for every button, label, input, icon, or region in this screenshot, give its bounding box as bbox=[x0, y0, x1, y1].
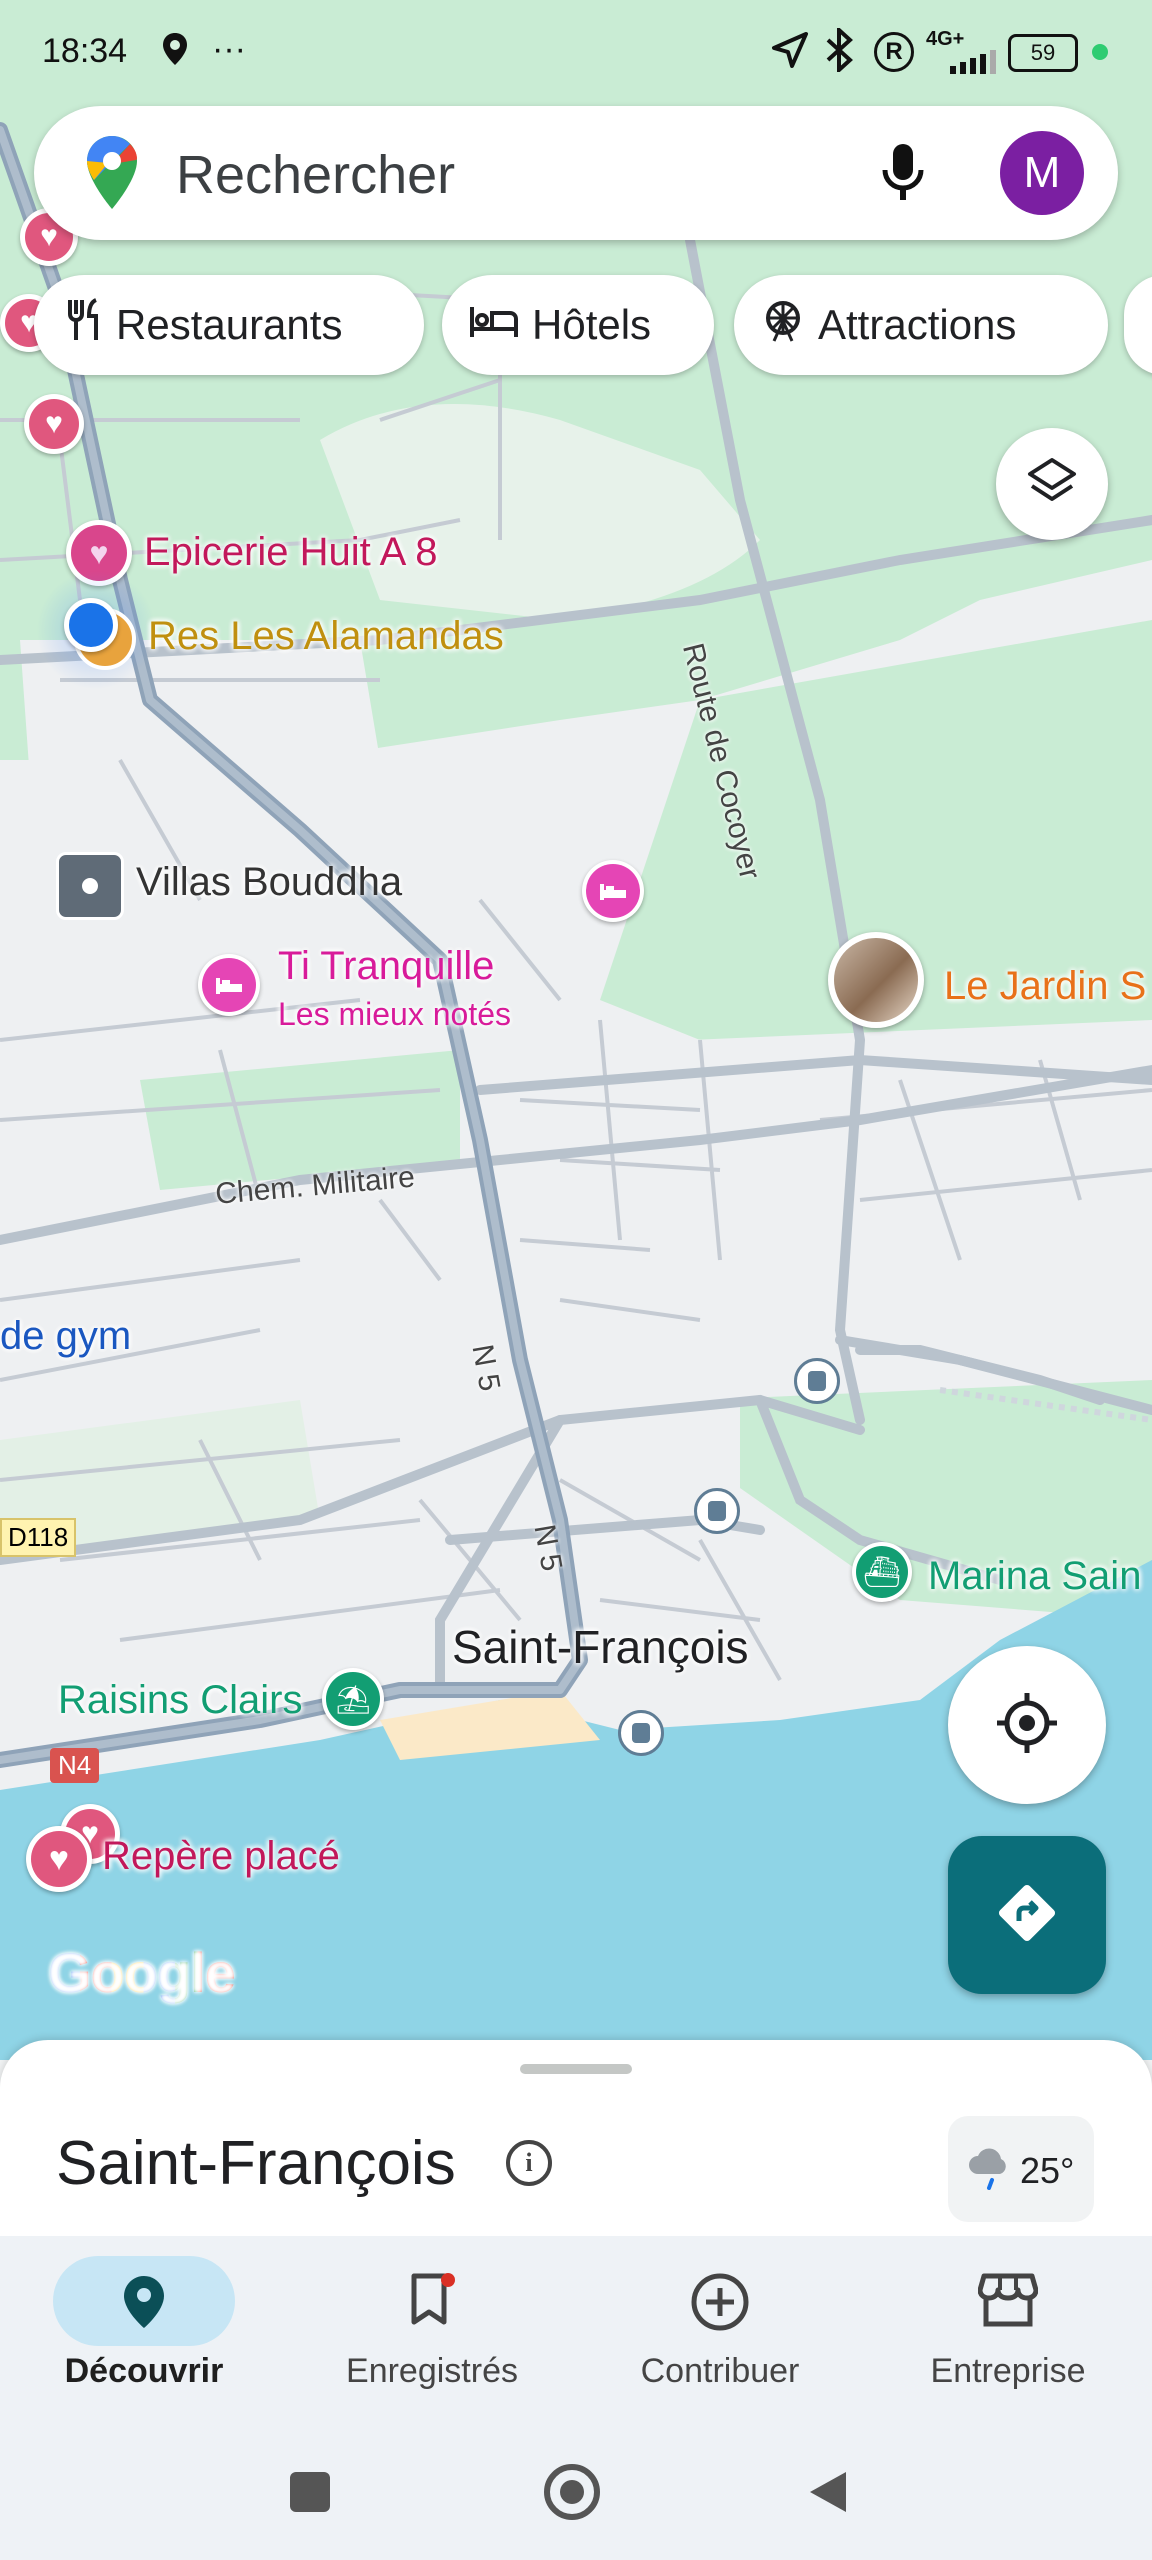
sheet-title: Saint-François bbox=[56, 2129, 456, 2198]
layers-button[interactable] bbox=[996, 428, 1108, 540]
dot-icon bbox=[82, 878, 98, 894]
fork-knife-icon bbox=[64, 298, 104, 352]
heart-icon: ♥ bbox=[29, 399, 79, 449]
chip-label: Attractions bbox=[818, 301, 1017, 348]
more-notifications-icon: ··· bbox=[212, 30, 246, 68]
saved-place-pin[interactable]: ♥ bbox=[24, 394, 84, 454]
my-location-button[interactable] bbox=[948, 1646, 1106, 1804]
nav-business[interactable]: Entreprise bbox=[864, 2256, 1152, 2416]
place-label-ti-tranquille[interactable]: Ti Tranquille bbox=[278, 944, 494, 989]
place-sublabel-top-rated: Les mieux notés bbox=[278, 996, 512, 1032]
bookmark-icon bbox=[408, 2272, 458, 2333]
chip-hotels[interactable]: Hôtels bbox=[442, 275, 714, 375]
chip-restaurants[interactable]: Restaurants bbox=[34, 275, 424, 375]
saved-place-pin[interactable]: ♥ bbox=[26, 1826, 92, 1892]
bed-icon bbox=[468, 301, 520, 349]
place-bottom-sheet[interactable]: Saint-François i 25° bbox=[0, 2040, 1152, 2240]
add-circle-icon bbox=[690, 2272, 750, 2337]
location-status-icon bbox=[162, 32, 188, 75]
bus-stop-icon[interactable] bbox=[618, 1710, 664, 1756]
place-label-raisins-clairs[interactable]: Raisins Clairs bbox=[58, 1678, 303, 1723]
search-placeholder[interactable]: Rechercher bbox=[176, 144, 455, 206]
place-label-epicerie[interactable]: Epicerie Huit A 8 bbox=[144, 530, 438, 575]
cloud-rain-icon bbox=[966, 2146, 1012, 2195]
navigation-arrow-icon bbox=[770, 30, 810, 79]
weather-badge[interactable]: 25° bbox=[948, 2116, 1094, 2222]
photo-place-pin[interactable] bbox=[828, 932, 924, 1028]
bus-stop-icon[interactable] bbox=[694, 1488, 740, 1534]
beach-pin[interactable]: ⛱ bbox=[322, 1668, 384, 1730]
crosshair-icon bbox=[995, 1691, 1059, 1760]
road-shield-d118: D118 bbox=[0, 1518, 77, 1557]
bus-stop-icon[interactable] bbox=[794, 1358, 840, 1404]
chip-label: Hôtels bbox=[532, 301, 652, 348]
signal-icon bbox=[950, 44, 996, 83]
home-button[interactable] bbox=[544, 2464, 600, 2520]
ferris-wheel-icon bbox=[760, 297, 806, 353]
place-label-marina[interactable]: Marina Sain bbox=[928, 1554, 1141, 1599]
battery-icon: 59 bbox=[1008, 34, 1078, 72]
nav-label: Contribuer bbox=[640, 2352, 800, 2390]
location-pin-icon bbox=[122, 2274, 166, 2335]
place-label-gym[interactable]: de gym bbox=[0, 1314, 131, 1359]
maps-pin-logo-icon bbox=[84, 134, 140, 217]
recent-apps-button[interactable] bbox=[290, 2472, 330, 2512]
directions-button[interactable] bbox=[948, 1836, 1106, 1994]
place-pin-generic[interactable] bbox=[56, 852, 124, 920]
back-button[interactable] bbox=[806, 2468, 850, 2521]
nav-label: Entreprise bbox=[930, 2352, 1086, 2390]
bed-icon bbox=[586, 864, 640, 918]
place-label-le-jardin[interactable]: Le Jardin S bbox=[944, 964, 1146, 1009]
marina-pin[interactable]: ⛴ bbox=[852, 1542, 912, 1602]
storefront-icon bbox=[977, 2272, 1039, 2333]
layers-icon bbox=[1026, 456, 1078, 513]
boat-icon: ⛴ bbox=[856, 1546, 908, 1598]
status-time: 18:34 bbox=[42, 32, 128, 70]
privacy-indicator-dot bbox=[1092, 44, 1108, 60]
nav-label: Enregistrés bbox=[346, 2352, 518, 2390]
roaming-icon: R bbox=[874, 32, 914, 72]
road-shield-n4: N4 bbox=[50, 1748, 100, 1783]
status-bar: 18:34 ··· R 4G+ 59 bbox=[0, 0, 1152, 100]
place-label-repere-place[interactable]: Repère placé bbox=[102, 1834, 340, 1879]
microphone-icon[interactable] bbox=[880, 142, 926, 209]
bed-icon bbox=[202, 958, 256, 1012]
directions-icon bbox=[995, 1881, 1059, 1950]
temperature: 25° bbox=[1020, 2150, 1075, 2191]
nav-contribute[interactable]: Contribuer bbox=[576, 2256, 864, 2416]
nav-label: Découvrir bbox=[64, 2352, 224, 2390]
info-icon[interactable]: i bbox=[506, 2140, 552, 2186]
nav-explore[interactable]: Découvrir bbox=[0, 2256, 288, 2416]
hotel-pin[interactable] bbox=[198, 954, 260, 1016]
place-photo-thumbnail bbox=[834, 938, 918, 1022]
chip-attractions[interactable]: Attractions bbox=[734, 275, 1108, 375]
place-label-alamandas[interactable]: Res Les Alamandas bbox=[148, 614, 504, 659]
nav-saved[interactable]: Enregistrés bbox=[288, 2256, 576, 2416]
battery-level: 59 bbox=[1030, 40, 1056, 65]
account-avatar[interactable]: M bbox=[1000, 131, 1084, 215]
google-logo: Google bbox=[48, 1940, 236, 2005]
my-location-dot bbox=[64, 598, 118, 652]
search-bar[interactable]: Rechercher M bbox=[34, 106, 1118, 240]
place-label-villas-bouddha[interactable]: Villas Bouddha bbox=[136, 860, 402, 905]
town-label-saint-francois[interactable]: Saint-François bbox=[452, 1620, 749, 1674]
google-logo-text: Google bbox=[48, 1941, 236, 2004]
sheet-drag-handle[interactable] bbox=[520, 2064, 632, 2074]
bluetooth-icon bbox=[822, 25, 856, 81]
heart-icon: ♥ bbox=[31, 1831, 87, 1887]
chip-label: Restaurants bbox=[116, 301, 343, 348]
beach-umbrella-icon: ⛱ bbox=[326, 1672, 380, 1726]
hotel-pin[interactable] bbox=[582, 860, 644, 922]
